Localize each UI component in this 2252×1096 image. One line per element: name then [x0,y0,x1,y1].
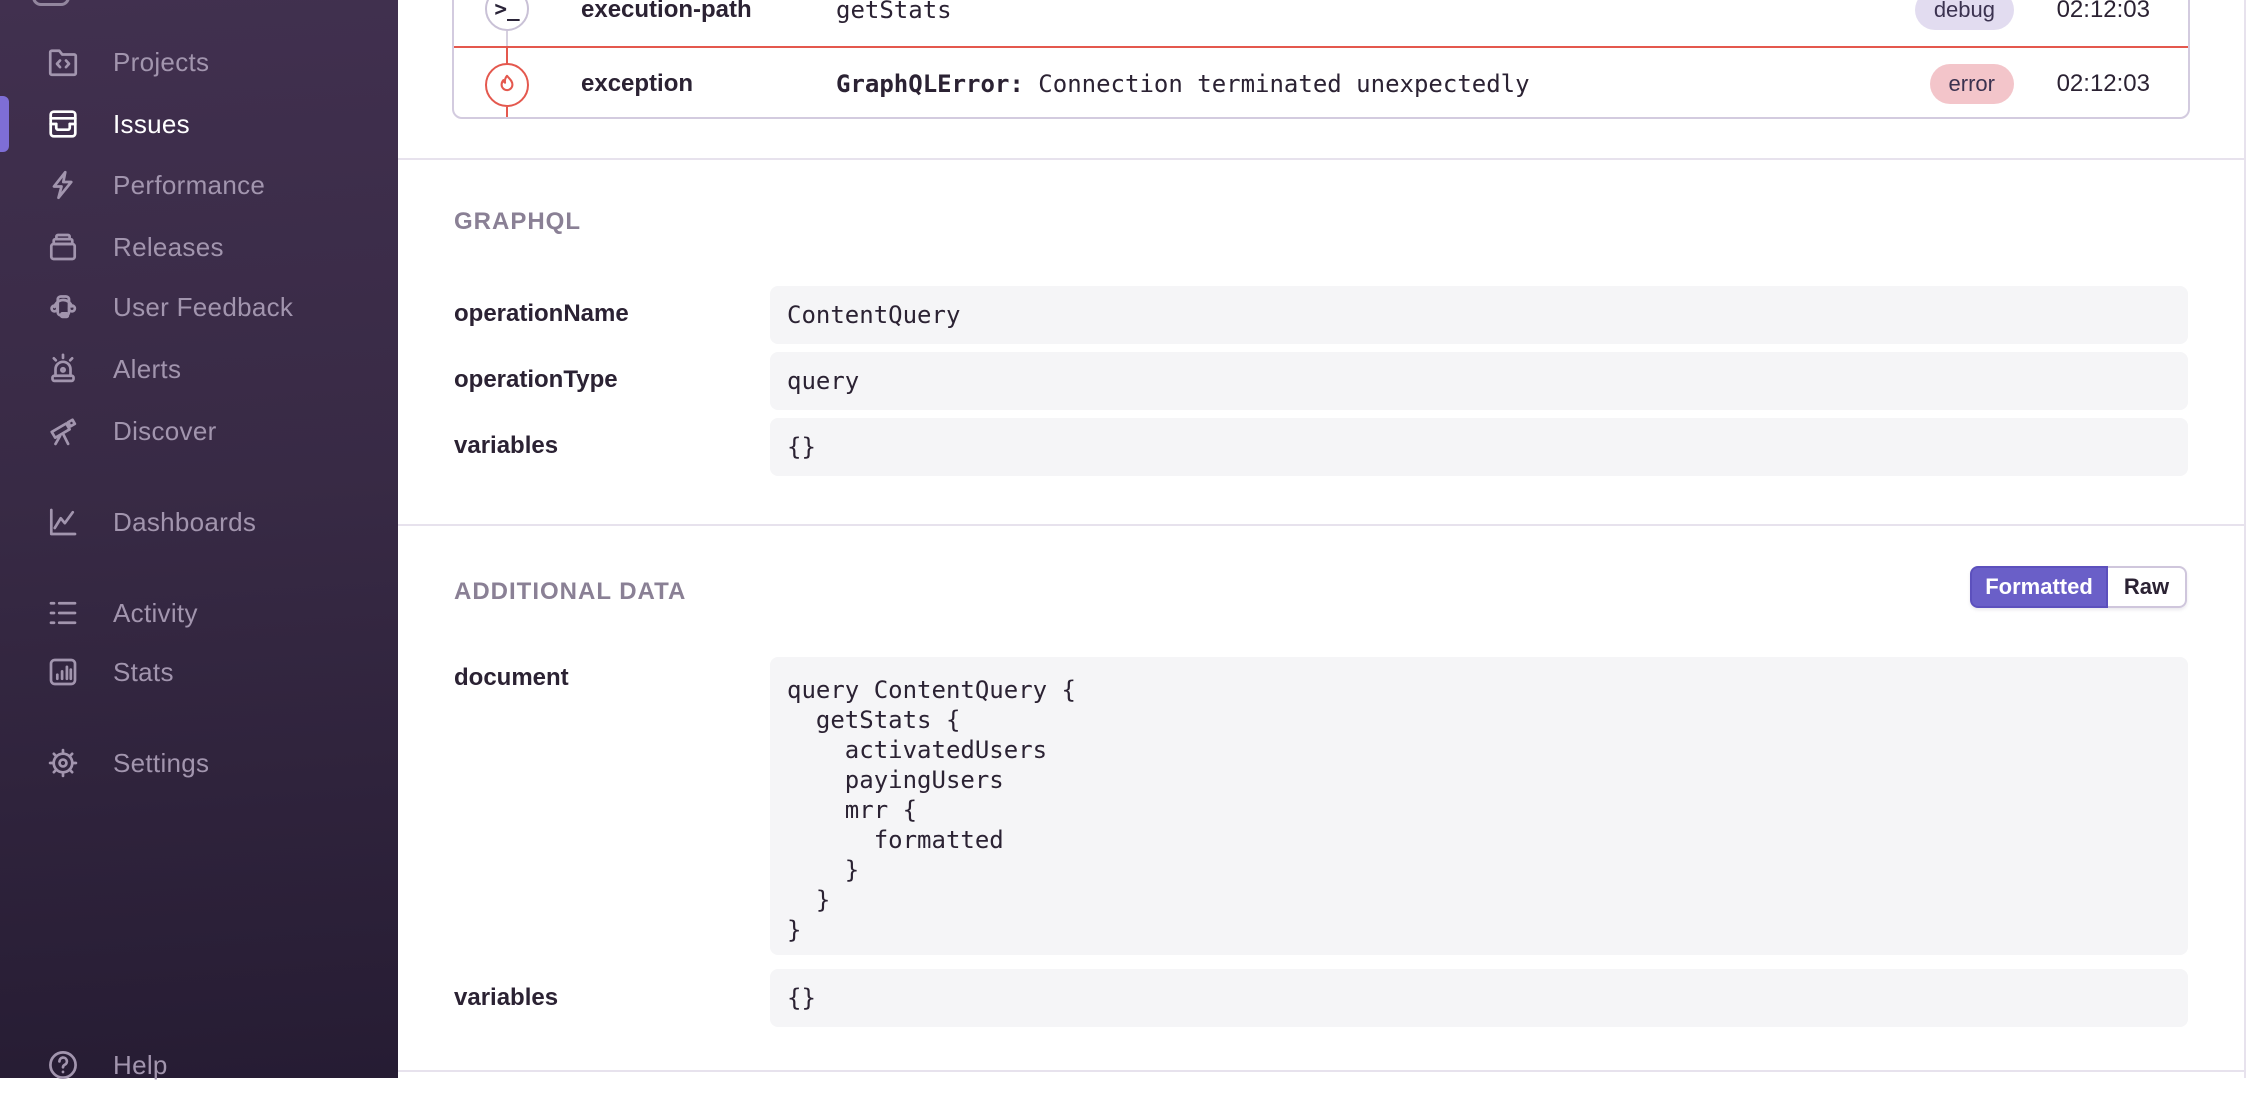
sidebar-item-dashboards[interactable]: Dashboards [0,491,398,553]
sidebar-item-help[interactable]: Help [0,1034,398,1096]
formatted-toggle-button[interactable]: Formatted [1970,566,2108,608]
breadcrumb-time: 02:12:03 [2050,70,2150,98]
breadcrumb-message: GraphQLError: Connection terminated unex… [836,70,1930,98]
raw-toggle-button[interactable]: Raw [2108,566,2187,608]
breadcrumb-time: 02:12:03 [2050,0,2150,24]
sidebar-item-label: Releases [113,232,224,263]
sidebar-item-label: Help [113,1050,168,1081]
sidebar-item-projects[interactable]: Projects [0,31,398,93]
sidebar-item-label: Issues [113,109,190,140]
key-operation-type: operationType [454,366,618,394]
graphql-query-code: query ContentQuery { getStats { activate… [787,675,2171,945]
timeline-connector-red [506,107,508,119]
breadcrumb-row-execution-path: >_ execution-path getStats debug 02:12:0… [454,0,2188,46]
breadcrumb-category: exception [581,70,836,98]
breadcrumbs-panel: >_ execution-path getStats debug 02:12:0… [452,0,2190,119]
level-badge-debug: debug [1915,0,2014,30]
sidebar-item-label: User Feedback [113,292,293,323]
graphql-section-heading: GRAPHQL [454,208,581,236]
sidebar-item-label: Discover [113,416,217,447]
key-document: document [454,664,569,692]
breadcrumb-row-exception: exception GraphQLError: Connection termi… [454,46,2188,119]
user-feedback-icon [44,288,82,326]
sidebar-nav: Projects Issues Performance Releases Use… [0,0,398,1078]
stats-icon [44,653,82,691]
key-variables: variables [454,432,558,460]
sidebar-item-performance[interactable]: Performance [0,154,398,216]
dashboards-icon [44,503,82,541]
sidebar-item-user-feedback[interactable]: User Feedback [0,276,398,338]
sidebar-item-activity[interactable]: Activity [0,582,398,644]
value-document-code-block: query ContentQuery { getStats { activate… [770,657,2188,955]
section-divider [398,1070,2244,1072]
error-message-text: Connection terminated unexpectedly [1038,70,1529,98]
content-right-border [2244,0,2246,1078]
event-detail-main: >_ execution-path getStats debug 02:12:0… [398,0,2252,1078]
key-variables-additional: variables [454,984,558,1012]
breadcrumb-message: getStats [836,0,1915,24]
value-variables: {} [770,418,2188,476]
sidebar-item-label: Dashboards [113,507,256,538]
value-operation-name: ContentQuery [770,286,2188,344]
sidebar-item-discover[interactable]: Discover [0,400,398,462]
performance-icon [44,166,82,204]
terminal-icon: >_ [485,0,529,31]
help-icon [44,1046,82,1084]
alerts-icon [44,350,82,388]
format-toggle-group: Formatted Raw [1970,566,2187,608]
activity-icon [44,594,82,632]
releases-icon [44,228,82,266]
projects-icon [44,43,82,81]
settings-gear-icon [44,744,82,782]
sidebar-item-label: Activity [113,598,198,629]
issues-icon [44,105,82,143]
additional-data-section-heading: ADDITIONAL DATA [454,578,686,606]
sidebar-item-label: Stats [113,657,174,688]
sidebar-item-label: Alerts [113,354,181,385]
sidebar-item-issues[interactable]: Issues [0,93,398,155]
sidebar-item-stats[interactable]: Stats [0,641,398,703]
value-operation-type: query [770,352,2188,410]
timeline-connector [506,31,508,46]
breadcrumb-category: execution-path [581,0,836,24]
sidebar-item-label: Settings [113,748,209,779]
sidebar-item-label: Performance [113,170,265,201]
section-divider [398,158,2244,160]
sidebar-item-settings[interactable]: Settings [0,732,398,794]
discover-icon [44,412,82,450]
value-variables-additional: {} [770,969,2188,1027]
error-type-text: GraphQLError: [836,70,1024,98]
sidebar-item-label: Projects [113,47,209,78]
fire-icon [485,63,529,107]
sidebar-top-partial-icon [32,0,70,6]
level-badge-error: error [1930,64,2014,104]
section-divider [398,524,2244,526]
sidebar-item-alerts[interactable]: Alerts [0,338,398,400]
key-operation-name: operationName [454,300,629,328]
sidebar-item-releases[interactable]: Releases [0,216,398,278]
